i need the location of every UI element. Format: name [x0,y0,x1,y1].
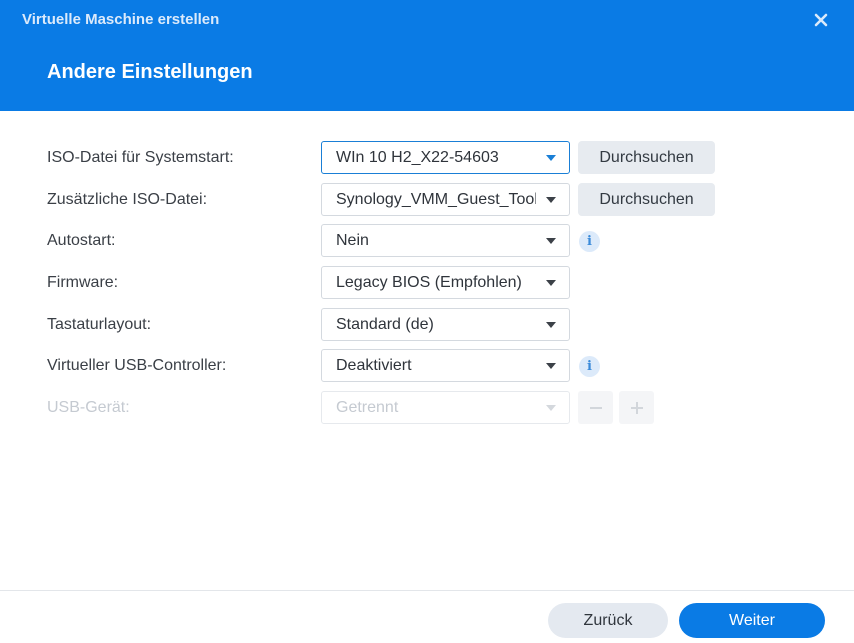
usb-controller-label: Virtueller USB-Controller: [47,357,227,374]
chevron-down-icon [546,405,556,411]
boot-iso-select[interactable]: WIn 10 H2_X22-54603 [321,141,570,174]
autostart-value: Nein [336,232,369,249]
usb-device-label: USB-Gerät: [47,399,130,416]
keyboard-value: Standard (de) [336,316,434,333]
close-icon [814,13,828,27]
footer-divider [0,590,854,591]
boot-iso-label: ISO-Datei für Systemstart: [47,149,234,166]
firmware-value: Legacy BIOS (Empfohlen) [336,274,522,291]
info-icon[interactable]: i [579,231,600,252]
row-usb-controller: Virtueller USB-Controller: Deaktiviert i [0,349,854,383]
autostart-select[interactable]: Nein [321,224,570,257]
chevron-down-icon [546,280,556,286]
firmware-label: Firmware: [47,274,119,291]
keyboard-select[interactable]: Standard (de) [321,308,570,341]
window-title: Virtuelle Maschine erstellen [22,11,220,28]
row-firmware: Firmware: Legacy BIOS (Empfohlen) [0,266,854,300]
row-extra-iso: Zusätzliche ISO-Datei: Synology_VMM_Gues… [0,183,854,217]
boot-iso-value: WIn 10 H2_X22-54603 [336,149,499,166]
usb-controller-value: Deaktiviert [336,357,412,374]
close-button[interactable] [810,9,832,31]
usb-device-value: Getrennt [336,399,399,416]
info-icon[interactable]: i [579,356,600,377]
row-autostart: Autostart: Nein i [0,224,854,258]
row-keyboard: Tastaturlayout: Standard (de) [0,308,854,342]
firmware-select[interactable]: Legacy BIOS (Empfohlen) [321,266,570,299]
minus-icon [589,407,602,409]
next-button[interactable]: Weiter [679,603,825,638]
keyboard-label: Tastaturlayout: [47,316,152,333]
chevron-down-icon [546,197,556,203]
add-usb-button [619,391,654,424]
extra-iso-select[interactable]: Synology_VMM_Guest_Tool [321,183,570,216]
chevron-down-icon [546,322,556,328]
row-boot-iso: ISO-Datei für Systemstart: WIn 10 H2_X22… [0,141,854,175]
chevron-down-icon [546,363,556,369]
extra-iso-browse-button[interactable]: Durchsuchen [578,183,715,216]
page-title: Andere Einstellungen [47,61,253,83]
boot-iso-browse-button[interactable]: Durchsuchen [578,141,715,174]
usb-device-select: Getrennt [321,391,570,424]
plus-icon [630,402,643,414]
chevron-down-icon [546,155,556,161]
remove-usb-button [578,391,613,424]
dialog-header: Virtuelle Maschine erstellen Andere Eins… [0,0,854,111]
back-button[interactable]: Zurück [548,603,668,638]
extra-iso-value: Synology_VMM_Guest_Tool [336,191,536,208]
autostart-label: Autostart: [47,232,116,249]
row-usb-device: USB-Gerät: Getrennt [0,391,854,425]
usb-controller-select[interactable]: Deaktiviert [321,349,570,382]
chevron-down-icon [546,238,556,244]
extra-iso-label: Zusätzliche ISO-Datei: [47,191,208,208]
